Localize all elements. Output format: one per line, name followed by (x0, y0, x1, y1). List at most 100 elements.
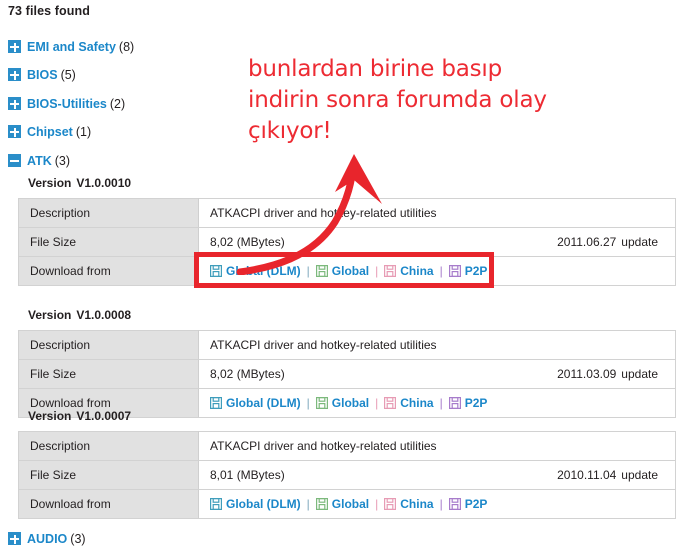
download-link-p2p[interactable]: P2P (448, 497, 487, 511)
download-link-label: Global (331, 497, 370, 511)
category-row-bios-utilities[interactable]: BIOS-Utilities (2) (8, 96, 125, 112)
table-row: Description ATKACPI driver and hotkey-re… (18, 198, 676, 228)
row-value-description: ATKACPI driver and hotkey-related utilit… (198, 431, 676, 461)
category-count: (8) (118, 40, 135, 54)
floppy-disk-icon (384, 498, 397, 511)
download-link-label: P2P (464, 396, 488, 410)
download-link-label: China (400, 497, 434, 511)
file-size-text: 8,01 (MBytes) (210, 468, 285, 482)
plus-icon[interactable] (8, 125, 21, 138)
floppy-disk-icon (210, 265, 223, 278)
floppy-disk-icon (384, 397, 397, 410)
download-link-global-dlm[interactable]: Global (DLM) (210, 396, 301, 410)
update-date: 2010.11.04 update (557, 468, 658, 482)
row-label-file-size: File Size (18, 460, 199, 490)
row-label-download-from: Download from (18, 489, 199, 519)
download-link-p2p[interactable]: P2P (448, 264, 488, 278)
link-separator: | (306, 497, 310, 511)
row-value-download-from: Global (DLM) | Global | China | P2P (198, 489, 676, 519)
download-link-p2p[interactable]: P2P (448, 396, 488, 410)
download-link-global[interactable]: Global (315, 497, 370, 511)
floppy-disk-icon (448, 498, 461, 511)
table-row: Description ATKACPI driver and hotkey-re… (18, 330, 676, 360)
category-label: ATK (27, 154, 52, 168)
category-label: BIOS-Utilities (27, 97, 107, 111)
row-value-download-from: Global (DLM) | Global | China | P2P (198, 256, 676, 286)
row-label-description: Description (18, 330, 199, 360)
version-heading: Version V1.0.0008 (28, 308, 131, 322)
annotation-line-2: indirin sonra forumda olay (248, 87, 547, 113)
update-date-value: 2010.11.04 (557, 468, 617, 482)
link-separator: | (375, 497, 379, 511)
floppy-disk-icon (448, 397, 461, 410)
plus-icon[interactable] (8, 68, 21, 81)
download-links-group: Global (DLM) | Global | China | P2P (210, 264, 675, 278)
download-link-global[interactable]: Global (315, 264, 370, 278)
file-size-text: 8,02 (MBytes) (210, 367, 285, 381)
download-link-label: P2P (464, 264, 488, 278)
update-date-value: 2011.06.27 (557, 235, 617, 249)
download-link-global[interactable]: Global (315, 396, 370, 410)
plus-icon[interactable] (8, 40, 21, 53)
download-link-label: Global (DLM) (226, 264, 301, 278)
category-row-emi-and-safety[interactable]: EMI and Safety (8) (8, 39, 134, 55)
link-separator: | (439, 264, 443, 278)
annotation-text: bunlardan birine basıp indirin sonra for… (248, 54, 648, 147)
download-link-label: Global (331, 264, 370, 278)
table-row: File Size 8,02 (MBytes) 2011.06.27 update (18, 227, 676, 257)
plus-icon[interactable] (8, 532, 21, 545)
floppy-disk-icon (315, 498, 328, 511)
category-count: (3) (70, 532, 86, 546)
category-row-chipset[interactable]: Chipset (1) (8, 124, 91, 140)
row-label-description: Description (18, 198, 199, 228)
category-count: (5) (60, 68, 76, 82)
row-label-file-size: File Size (18, 227, 199, 257)
download-link-label: Global (DLM) (226, 396, 301, 410)
download-link-label: Global (DLM) (226, 497, 301, 511)
version-word: Version (28, 308, 72, 322)
row-label-description: Description (18, 431, 199, 461)
version-heading: Version V1.0.0010 (28, 176, 131, 190)
update-date: 2011.06.27 update (557, 235, 658, 249)
row-value-description: ATKACPI driver and hotkey-related utilit… (198, 330, 676, 360)
category-row-atk[interactable]: ATK (3) (8, 153, 70, 169)
link-separator: | (439, 497, 443, 511)
table-row: Description ATKACPI driver and hotkey-re… (18, 431, 676, 461)
download-link-global-dlm[interactable]: Global (DLM) (210, 497, 301, 511)
version-table: Description ATKACPI driver and hotkey-re… (18, 198, 676, 286)
table-row: File Size 8,01 (MBytes) 2010.11.04 update (18, 460, 676, 490)
file-size-text: 8,02 (MBytes) (210, 235, 285, 249)
row-value-file-size: 8,02 (MBytes) 2011.06.27 update (198, 227, 676, 257)
download-link-china[interactable]: China (384, 497, 434, 511)
plus-icon[interactable] (8, 97, 21, 110)
download-link-china[interactable]: China (384, 264, 434, 278)
version-word: Version (28, 176, 72, 190)
files-found-count: 73 files found (8, 4, 90, 18)
floppy-disk-icon (210, 498, 223, 511)
link-separator: | (439, 396, 443, 410)
update-word: update (621, 235, 658, 249)
version-number: V1.0.0010 (76, 176, 132, 190)
floppy-disk-icon (210, 397, 223, 410)
category-count: (1) (75, 125, 92, 139)
category-row-audio[interactable]: AUDIO (3) (8, 531, 86, 547)
download-links-group: Global (DLM) | Global | China | P2P (210, 396, 675, 410)
minus-icon[interactable] (8, 154, 21, 167)
row-label-download-from: Download from (18, 256, 199, 286)
link-separator: | (306, 396, 310, 410)
annotation-line-1: bunlardan birine basıp (248, 56, 503, 82)
download-link-label: China (400, 264, 434, 278)
update-word: update (621, 367, 658, 381)
download-link-label: Global (331, 396, 370, 410)
download-links-group: Global (DLM) | Global | China | P2P (210, 497, 675, 511)
download-link-global-dlm[interactable]: Global (DLM) (210, 264, 301, 278)
row-label-file-size: File Size (18, 359, 199, 389)
download-link-china[interactable]: China (384, 396, 434, 410)
table-row: File Size 8,02 (MBytes) 2011.03.09 update (18, 359, 676, 389)
version-table: Description ATKACPI driver and hotkey-re… (18, 431, 676, 519)
update-word: update (621, 468, 658, 482)
version-table: Description ATKACPI driver and hotkey-re… (18, 330, 676, 418)
category-row-bios[interactable]: BIOS (5) (8, 67, 76, 83)
version-heading: Version V1.0.0007 (28, 409, 131, 423)
link-separator: | (375, 396, 379, 410)
